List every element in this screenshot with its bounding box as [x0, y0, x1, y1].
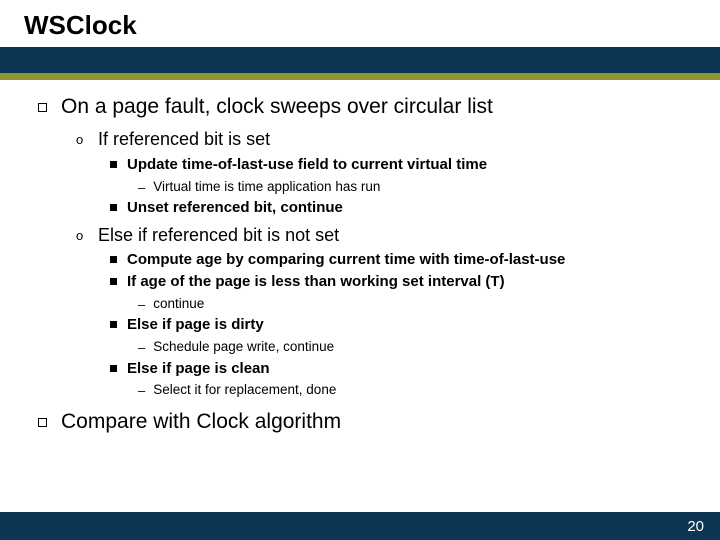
- dash-bullet-icon: –: [138, 341, 145, 354]
- bullet-text: Else if referenced bit is not set: [98, 224, 339, 247]
- bullet-text: continue: [153, 295, 204, 313]
- bullet-text: If referenced bit is set: [98, 128, 270, 151]
- list-item: Update time-of-last-use field to current…: [110, 156, 694, 195]
- bullet-list: – Virtual time is time application has r…: [138, 178, 694, 196]
- list-item: – Virtual time is time application has r…: [138, 178, 694, 196]
- list-item: Else if page is clean – Select it for re…: [110, 360, 694, 399]
- list-item: Unset referenced bit, continue: [110, 199, 694, 218]
- bullet-list: Update time-of-last-use field to current…: [110, 156, 694, 218]
- list-item: – Schedule page write, continue: [138, 338, 694, 356]
- bullet-text: Else if page is clean: [127, 360, 270, 379]
- dash-bullet-icon: –: [138, 384, 145, 397]
- dash-bullet-icon: –: [138, 181, 145, 194]
- list-item: – Select it for replacement, done: [138, 381, 694, 399]
- circle-bullet-icon: o: [76, 133, 86, 146]
- list-item: o Else if referenced bit is not set Comp…: [76, 224, 694, 399]
- square-filled-bullet-icon: [110, 161, 117, 168]
- list-item: Compute age by comparing current time wi…: [110, 251, 694, 270]
- bullet-text: Schedule page write, continue: [153, 338, 334, 356]
- square-filled-bullet-icon: [110, 365, 117, 372]
- list-item: Else if page is dirty – Schedule page wr…: [110, 316, 694, 355]
- title-bar-dark: [0, 47, 720, 73]
- bullet-text: Select it for replacement, done: [153, 381, 336, 399]
- bullet-text: Else if page is dirty: [127, 316, 264, 335]
- square-filled-bullet-icon: [110, 256, 117, 263]
- list-item: On a page fault, clock sweeps over circu…: [38, 94, 694, 399]
- list-item: If age of the page is less than working …: [110, 273, 694, 312]
- slide-title: WSClock: [24, 10, 720, 41]
- bullet-list: – continue: [138, 295, 694, 313]
- list-item: Compare with Clock algorithm: [38, 409, 694, 435]
- bullet-list: On a page fault, clock sweeps over circu…: [38, 94, 694, 435]
- circle-bullet-icon: o: [76, 229, 86, 242]
- bullet-text: Compare with Clock algorithm: [61, 409, 341, 435]
- page-number: 20: [687, 518, 704, 535]
- bullet-text: On a page fault, clock sweeps over circu…: [61, 94, 493, 120]
- dash-bullet-icon: –: [138, 298, 145, 311]
- bullet-list: – Schedule page write, continue: [138, 338, 694, 356]
- bullet-list: – Select it for replacement, done: [138, 381, 694, 399]
- footer-bar: 20: [0, 512, 720, 540]
- bullet-list: Compute age by comparing current time wi…: [110, 251, 694, 399]
- title-block: WSClock: [0, 0, 720, 41]
- slide: WSClock On a page fault, clock sweeps ov…: [0, 0, 720, 540]
- title-bar-olive: [0, 73, 720, 80]
- square-filled-bullet-icon: [110, 321, 117, 328]
- square-bullet-icon: [38, 103, 47, 112]
- content-area: On a page fault, clock sweeps over circu…: [0, 80, 720, 435]
- bullet-text: If age of the page is less than working …: [127, 273, 505, 292]
- square-bullet-icon: [38, 418, 47, 427]
- bullet-text: Compute age by comparing current time wi…: [127, 251, 565, 270]
- square-filled-bullet-icon: [110, 278, 117, 285]
- bullet-text: Virtual time is time application has run: [153, 178, 380, 196]
- square-filled-bullet-icon: [110, 204, 117, 211]
- bullet-text: Unset referenced bit, continue: [127, 199, 343, 218]
- list-item: – continue: [138, 295, 694, 313]
- bullet-text: Update time-of-last-use field to current…: [127, 156, 487, 175]
- list-item: o If referenced bit is set Update time-o…: [76, 128, 694, 218]
- bullet-list: o If referenced bit is set Update time-o…: [76, 128, 694, 399]
